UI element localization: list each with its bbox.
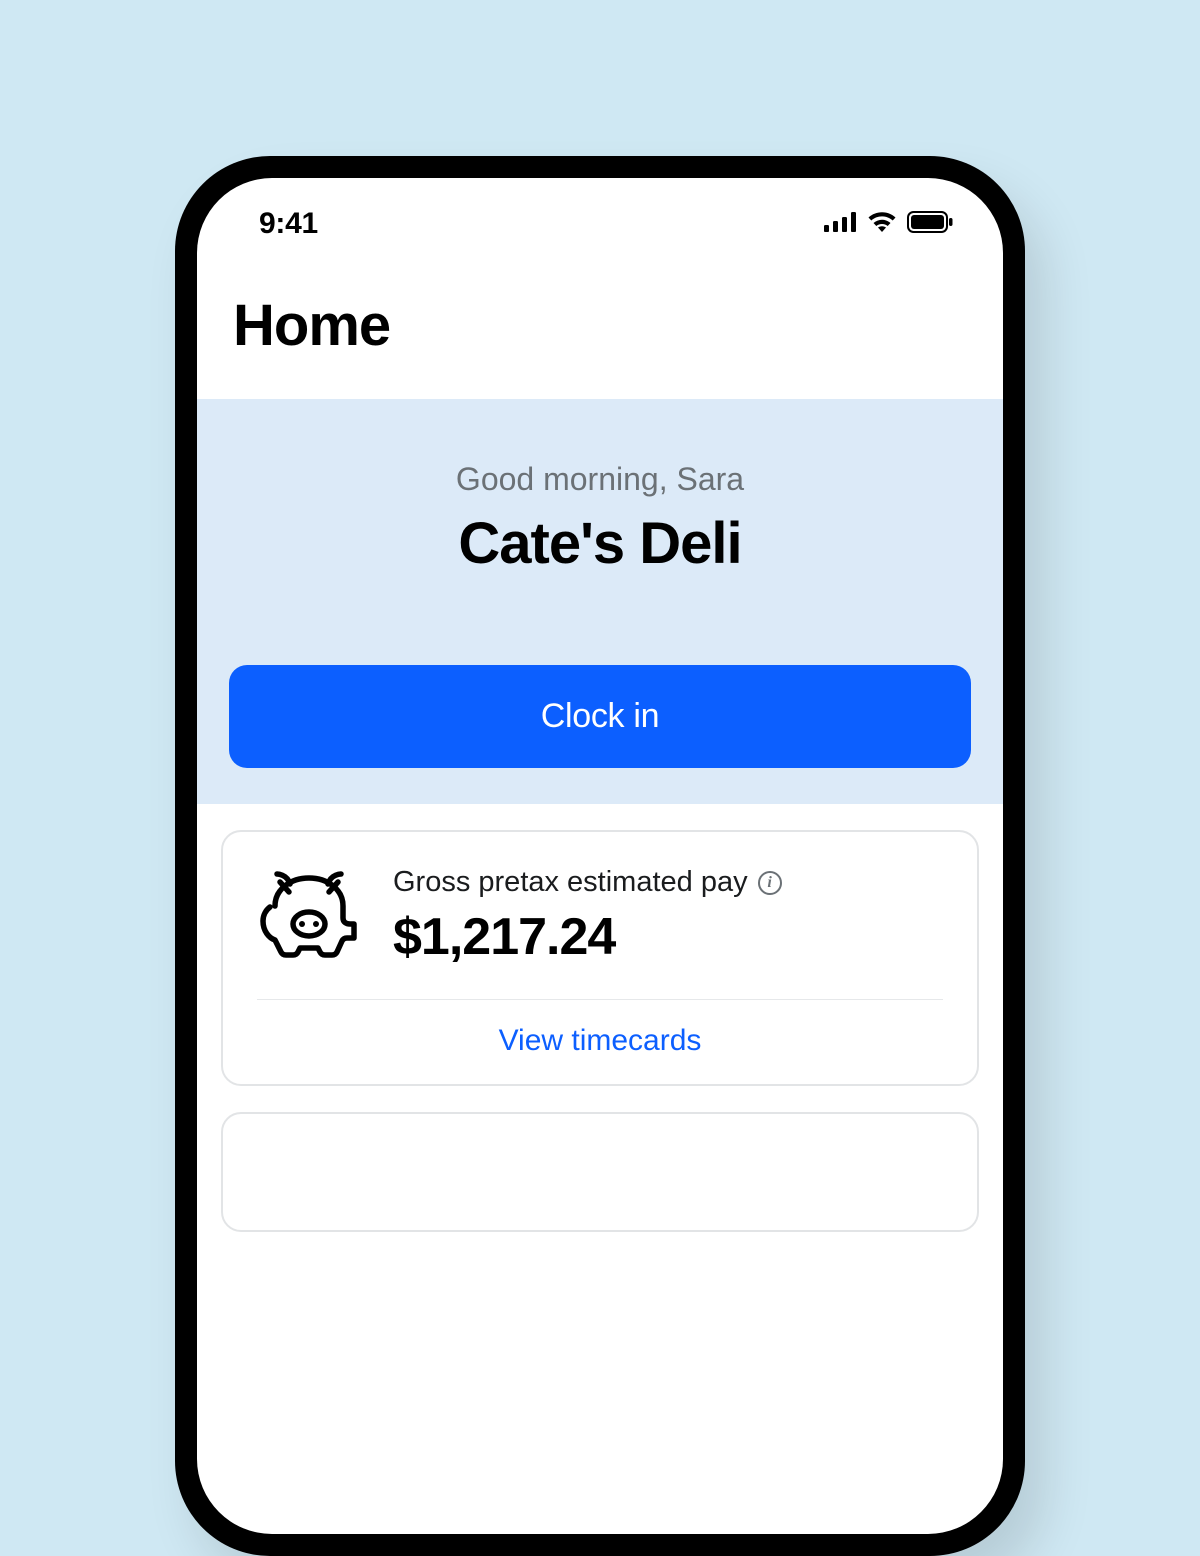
status-time: 9:41 [259,207,318,241]
status-bar: 9:41 [197,178,1003,256]
phone-frame: 9:41 [175,156,1025,1556]
battery-icon [907,211,953,238]
clock-in-button[interactable]: Clock in [229,665,971,768]
content-area: Gross pretax estimated pay i $1,217.24 V… [197,804,1003,1284]
hero-section: Good morning, Sara Cate's Deli Clock in [197,399,1003,804]
page-header: Home [197,256,1003,399]
view-timecards-link[interactable]: View timecards [257,1000,943,1058]
pay-amount: $1,217.24 [393,907,782,967]
workplace-name: Cate's Deli [229,510,971,577]
cellular-signal-icon [824,212,857,237]
pay-summary-row: Gross pretax estimated pay i $1,217.24 [257,866,943,1000]
pay-label-row: Gross pretax estimated pay i [393,866,782,899]
greeting-text: Good morning, Sara [229,461,971,498]
info-icon[interactable]: i [758,871,782,895]
pay-card: Gross pretax estimated pay i $1,217.24 V… [221,830,979,1086]
next-card [221,1112,979,1232]
pay-label: Gross pretax estimated pay [393,866,748,899]
piggy-bank-icon [257,866,359,967]
wifi-icon [867,211,897,238]
pay-text-column: Gross pretax estimated pay i $1,217.24 [393,866,782,967]
status-indicators [824,211,953,238]
page-title: Home [233,292,967,359]
phone-screen: 9:41 [197,178,1003,1534]
